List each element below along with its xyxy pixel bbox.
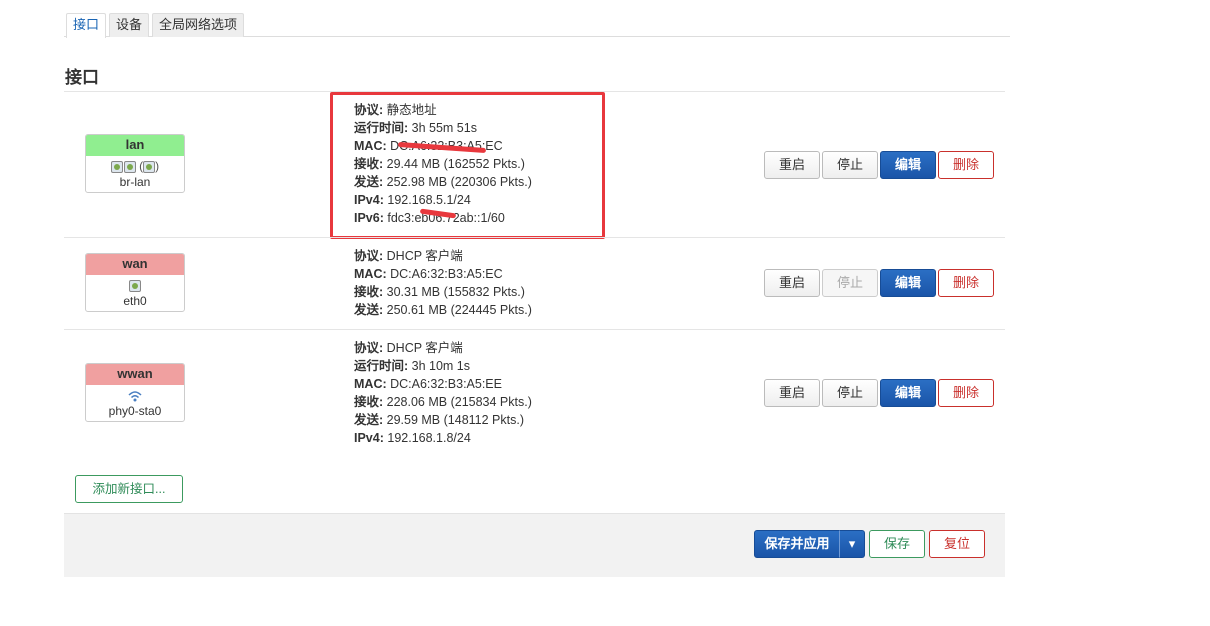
info-line: 接收: 228.06 MB (215834 Pkts.) [354,395,532,409]
restart-button[interactable]: 重启 [764,151,820,179]
section-title: 接口 [65,68,99,87]
reset-button[interactable]: 复位 [929,530,985,558]
save-apply-dropdown-toggle[interactable]: ▾ [839,530,865,558]
info-line: 发送: 29.59 MB (148112 Pkts.) [354,413,524,427]
interface-device: phy0-sta0 [108,404,162,418]
info-line: 发送: 250.61 MB (224445 Pkts.) [354,303,532,317]
row-divider [64,237,1005,238]
wifi-icon [86,387,184,404]
ethernet-icon [86,277,184,294]
interface-device: eth0 [123,294,147,308]
stop-button[interactable]: 停止 [822,151,878,179]
tab-bar: 接口 设备 全局网络选项 [64,13,1010,38]
interface-badge-wwan: wwan phy0-sta0 [85,363,185,422]
edit-button[interactable]: 编辑 [880,151,936,179]
tab-interfaces[interactable]: 接口 [66,13,107,38]
save-apply-button[interactable]: 保存并应用 [754,530,840,558]
interface-name: wan [86,254,184,275]
interface-name: wwan [86,364,184,385]
delete-button[interactable]: 删除 [938,151,994,179]
interface-info-wan: 协议: DHCP 客户端 MAC: DC:A6:32:B3:A5:EC 接收: … [354,247,532,319]
stop-button[interactable]: 停止 [822,269,878,297]
info-line: 接收: 30.31 MB (155832 Pkts.) [354,285,525,299]
row-divider [64,329,1005,330]
restart-button[interactable]: 重启 [764,379,820,407]
tab-devices[interactable]: 设备 [109,13,150,37]
interface-badge-wan: wan eth0 [85,253,185,312]
tab-global-network-options[interactable]: 全局网络选项 [152,13,245,37]
info-line: MAC: DC:A6:32:B3:A5:EC [354,267,503,281]
info-line: 协议: DHCP 客户端 [354,249,463,263]
edit-button[interactable]: 编辑 [880,379,936,407]
info-line: 协议: DHCP 客户端 [354,341,463,355]
highlight-annotation-box [330,92,605,239]
interface-badge-lan: lan () br-lan [85,134,185,193]
interface-name: lan [86,135,184,156]
bridge-icon: () [86,158,184,175]
edit-button[interactable]: 编辑 [880,269,936,297]
info-line: MAC: DC:A6:32:B3:A5:EE [354,377,502,391]
info-line: 运行时间: 3h 10m 1s [354,359,471,373]
save-button[interactable]: 保存 [869,530,925,558]
delete-button[interactable]: 删除 [938,379,994,407]
info-line: IPv4: 192.168.1.8/24 [354,431,471,445]
interface-info-wwan: 协议: DHCP 客户端 运行时间: 3h 10m 1s MAC: DC:A6:… [354,339,532,447]
restart-button[interactable]: 重启 [764,269,820,297]
stop-button[interactable]: 停止 [822,379,878,407]
add-interface-button[interactable]: 添加新接口... [75,475,183,503]
interface-device: br-lan [119,175,151,189]
delete-button[interactable]: 删除 [938,269,994,297]
